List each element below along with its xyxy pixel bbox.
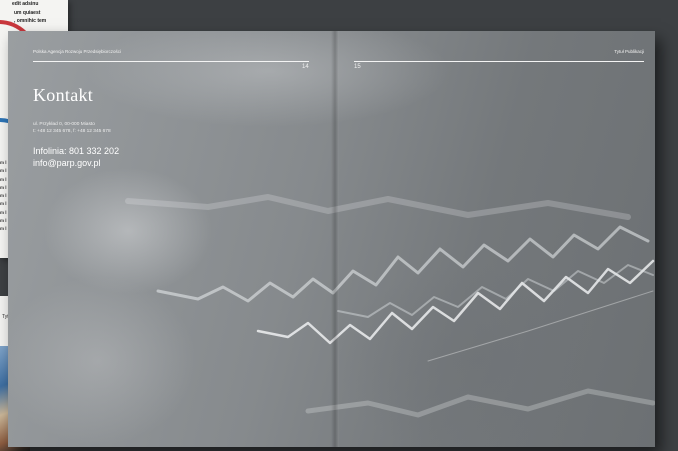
background-text-line: m l: [0, 209, 7, 215]
background-text-line: m l: [0, 176, 7, 182]
right-page-header: Tytuł Publikacji: [614, 49, 644, 54]
left-page-header: Polska Agencja Rozwoju Przedsiębiorczośc…: [33, 49, 122, 54]
background-text-line: m l: [0, 218, 7, 224]
address-line: ul. Przykład 0, 00-000 Miasto: [33, 122, 95, 127]
background-text-line: m l: [0, 168, 7, 174]
background-text-line: m l: [0, 193, 7, 199]
background-text-lines: m l m l m l m l m l m l m l m l m l: [0, 160, 7, 235]
email-text: info@parp.gov.pl: [33, 158, 101, 168]
background-text-snippet: um quiaest: [14, 10, 41, 16]
phone-fax-line: t: +48 12 345 678, f: +48 12 345 678: [33, 129, 111, 134]
background-text-line: m l: [0, 201, 7, 207]
background-text-snippet: edit adsinu: [12, 1, 39, 7]
right-page-number: 15: [354, 64, 361, 70]
background-text-line: m l: [0, 160, 7, 165]
background-text-line: m l: [0, 184, 7, 190]
left-page-header-rule: [33, 61, 309, 62]
right-page-header-rule: [354, 61, 644, 62]
spread-fold: [331, 31, 339, 447]
background-text-line: m l: [0, 226, 7, 232]
hotline-text: Infolinia: 801 332 202: [33, 146, 120, 156]
left-page-number: 14: [302, 64, 309, 70]
page-title: Kontakt: [33, 85, 94, 105]
background-text-snippet: , omnihic tem: [14, 18, 47, 24]
brochure-spread: Polska Agencja Rozwoju Przedsiębiorczośc…: [8, 31, 655, 447]
